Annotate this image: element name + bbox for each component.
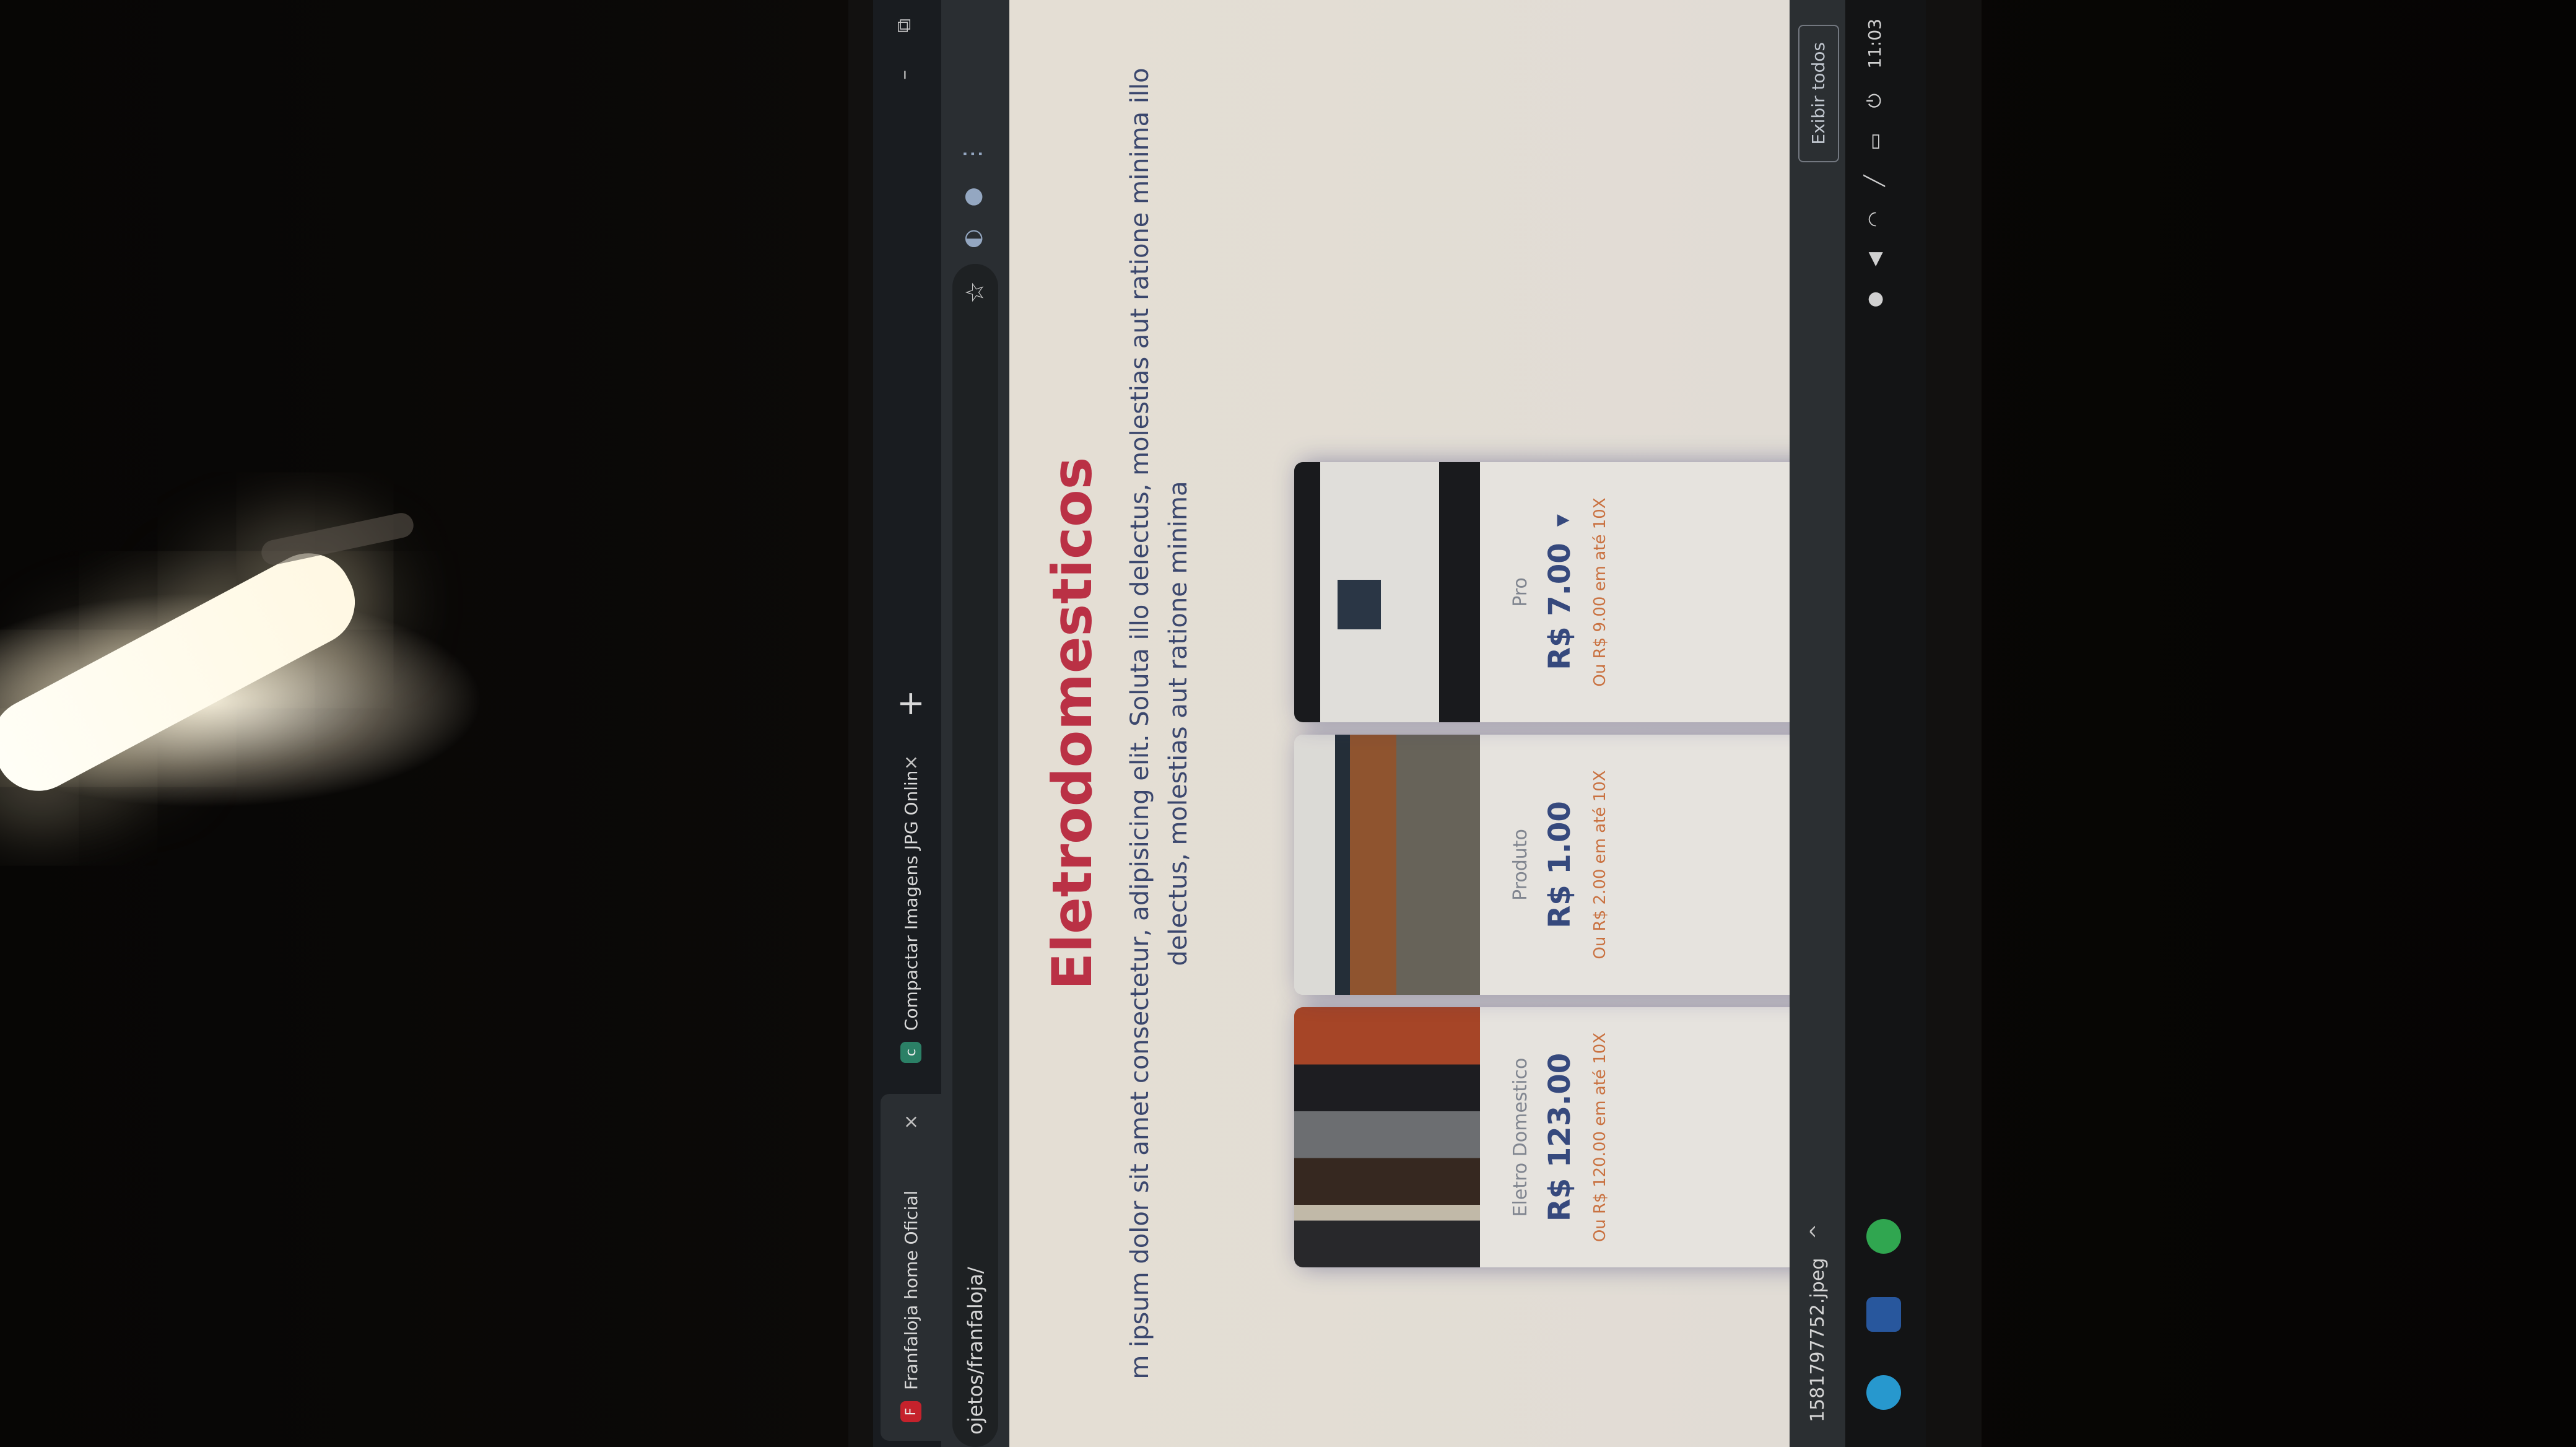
product-name: Eletro Domestico	[1510, 1057, 1531, 1217]
monitor-screen: F Franfaloja home Oficial × c Compactar …	[873, 0, 1926, 1447]
menu-icon[interactable]: ⋮	[960, 142, 985, 165]
product-info: Produto R$ 1.00 Ou R$ 2.00 em até 10X	[1480, 735, 1609, 995]
product-installment: Ou R$ 9.00 em até 10X	[1591, 497, 1609, 687]
address-bar[interactable]: ojetos/franfaloja/ ☆	[952, 264, 998, 1447]
taskbar: ● ◀ ◠ ╱ ▭ ⏻ 11:03	[1845, 0, 1926, 1447]
close-tab-icon[interactable]: ×	[900, 1113, 922, 1131]
download-bar: 1581797752.jpeg ^ Exibir todos	[1790, 0, 1845, 1447]
product-price: R$ 7.00 ▾	[1543, 462, 1577, 722]
maximize-button[interactable]: ⧉	[892, 19, 916, 33]
address-text: ojetos/franfaloja/	[964, 1267, 987, 1435]
product-card[interactable]: Pro R$ 7.00 ▾ Ou R$ 9.00 em até 10X	[1294, 462, 1839, 722]
cart-icon[interactable]: ▾	[1547, 514, 1576, 527]
product-info: Eletro Domestico R$ 123.00 Ou R$ 120.00 …	[1480, 1007, 1609, 1267]
page-content: Eletrodomesticos m ipsum dolor sit amet …	[1009, 0, 1839, 1447]
product-card[interactable]: Produto R$ 1.00 Ou R$ 2.00 em até 10X	[1294, 735, 1839, 995]
show-all-button[interactable]: Exibir todos	[1798, 25, 1839, 162]
product-card[interactable]: Eletro Domestico R$ 123.00 Ou R$ 120.00 …	[1294, 1007, 1839, 1267]
product-name: Pro	[1510, 577, 1531, 607]
tab-bar: F Franfaloja home Oficial × c Compactar …	[873, 0, 941, 1447]
telegram-icon[interactable]	[1866, 1375, 1901, 1410]
clock[interactable]: 11:03	[1865, 19, 1885, 69]
product-price: R$ 123.00	[1543, 1052, 1577, 1222]
power-icon[interactable]: ⏻	[1864, 94, 1886, 108]
compactar-favicon-icon: c	[900, 1042, 921, 1063]
info-icon[interactable]: ●	[1864, 291, 1886, 307]
tab-franfaloja[interactable]: F Franfaloja home Oficial ×	[881, 1094, 941, 1441]
editor-icon[interactable]	[1866, 1297, 1901, 1332]
keyboard-icon[interactable]: ▭	[1864, 133, 1886, 150]
volume-icon[interactable]: ◀	[1864, 252, 1886, 266]
close-tab-icon[interactable]: ×	[900, 753, 922, 772]
tab-label: Compactar Imagens JPG Online	[900, 772, 921, 1031]
pen-icon[interactable]: ╱	[1864, 175, 1886, 186]
window-controls: – ⧉	[892, 19, 916, 80]
chevron-up-icon[interactable]: ^	[1807, 1224, 1829, 1239]
section-title: Eletrodomesticos	[1040, 457, 1104, 990]
whatsapp-icon[interactable]	[1866, 1219, 1901, 1254]
toolbar-icons: ◐ ● ⋮	[960, 142, 985, 248]
browser-window: F Franfaloja home Oficial × c Compactar …	[873, 0, 1926, 1447]
extensions-icon[interactable]: ◐	[960, 229, 985, 248]
download-file[interactable]: 1581797752.jpeg	[1807, 1258, 1829, 1422]
minimize-button[interactable]: –	[892, 70, 916, 80]
product-price-value: R$ 7.00	[1543, 543, 1577, 670]
product-installment: Ou R$ 120.00 em até 10X	[1591, 1032, 1609, 1243]
product-image[interactable]	[1294, 462, 1480, 722]
description-line: delectus, molestias aut ratione minima	[1164, 481, 1193, 966]
wifi-icon[interactable]: ◠	[1864, 211, 1886, 227]
product-image[interactable]	[1294, 735, 1480, 995]
taskbar-pins	[1866, 1219, 1901, 1410]
product-price: R$ 1.00	[1543, 801, 1577, 929]
tab-compactar-imagens[interactable]: c Compactar Imagens JPG Online ×	[881, 735, 941, 1082]
address-row: ojetos/franfaloja/ ☆ ◐ ● ⋮	[941, 0, 1009, 1447]
product-image[interactable]	[1294, 1007, 1480, 1267]
new-tab-button[interactable]: +	[889, 682, 932, 725]
bookmark-star-icon[interactable]: ☆	[961, 281, 990, 304]
product-info: Pro R$ 7.00 ▾ Ou R$ 9.00 em até 10X	[1480, 462, 1609, 722]
product-name: Produto	[1510, 829, 1531, 901]
system-tray: ● ◀ ◠ ╱ ▭ ⏻ 11:03	[1864, 19, 1886, 307]
section-description: m ipsum dolor sit amet consectetur, adip…	[1121, 0, 1198, 1447]
product-installment: Ou R$ 2.00 em até 10X	[1591, 770, 1609, 960]
description-line: m ipsum dolor sit amet consectetur, adip…	[1126, 68, 1154, 1379]
franfaloja-favicon-icon: F	[900, 1401, 921, 1422]
tab-label: Franfaloja home Oficial	[900, 1190, 921, 1390]
profile-icon[interactable]: ●	[960, 187, 985, 206]
